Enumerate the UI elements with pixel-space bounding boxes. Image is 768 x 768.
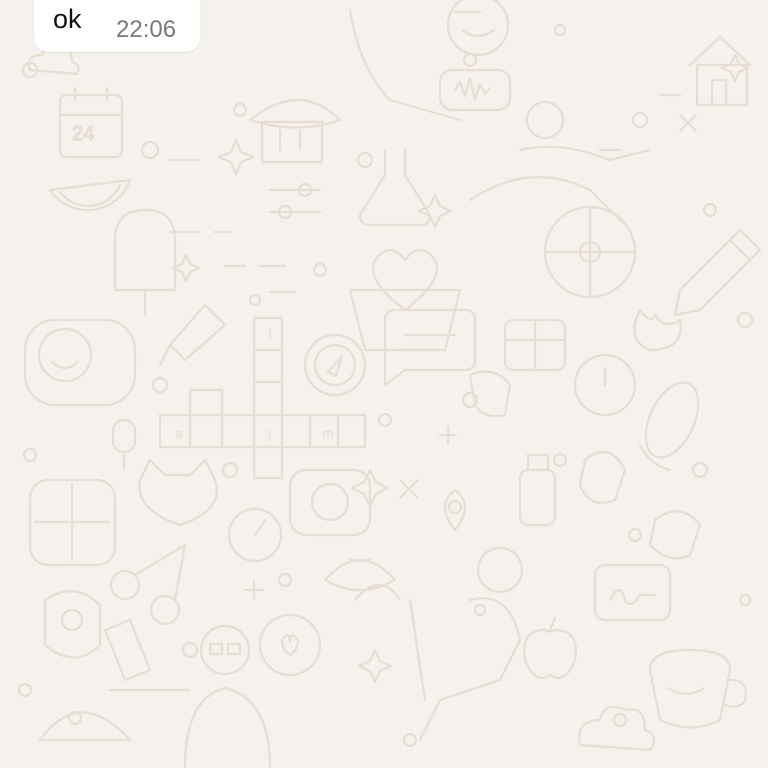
corn-doodle [638,381,700,472]
smiley-sticker-doodle [23,318,137,407]
signed-document-doodle [593,563,672,622]
apple-doodle [523,616,577,679]
camera-doodle [288,468,372,537]
crossword-letter: j [267,425,271,441]
location-pin-doodle [443,488,467,532]
crossword-doodle [158,316,367,480]
flask-doodle [358,148,432,227]
flame-doodle [633,308,682,352]
crossword-letter: a [175,425,183,441]
hand-doodle [468,370,702,560]
latte-doodle [258,613,322,677]
compass-doodle [303,333,367,397]
crossword-letter: t [268,325,272,341]
doodle-wallpaper: t a j m 24 [17,0,762,768]
popsicle-doodle [113,208,177,317]
paw-doodle [43,590,102,659]
calendar-number: 24 [72,123,94,145]
pencil-doodle [673,228,762,317]
plus-marks [243,113,698,601]
message-text: ok [53,4,82,34]
message-bubble[interactable]: ok 22:06 [34,0,200,52]
gauge-doodle [227,507,283,563]
tube-doodle [103,618,192,692]
speech-bubble-doodle [383,308,477,387]
person-glasses-doodle [183,624,272,768]
microphone-doodle [111,418,137,472]
sliders-doodle [268,182,322,220]
crossword-letter: m [322,425,334,441]
watermelon-doodle [48,178,132,212]
taco-doodle [38,710,132,742]
smiling-cup-doodle [648,648,748,729]
wheelchair-doodle [468,100,652,299]
cat-doodle [138,458,218,527]
kneeling-person-doodle [408,546,524,742]
treasure-chest-doodle [503,318,567,372]
scissors-doodle [109,543,187,626]
bottle-doodle [518,453,557,527]
dumpling-doodle [323,558,402,602]
sparkle-icons [171,53,750,684]
hut-doodle [248,99,342,164]
decorative-dashes [168,10,682,562]
calculator-doodle [28,478,117,567]
person-doodle [348,0,512,122]
message-timestamp: 22:06 [116,16,177,43]
chat-background[interactable]: t a j m 24 ok 22:06 [0,0,768,768]
clock-doodle [573,353,637,417]
pen-doodle [158,303,227,367]
